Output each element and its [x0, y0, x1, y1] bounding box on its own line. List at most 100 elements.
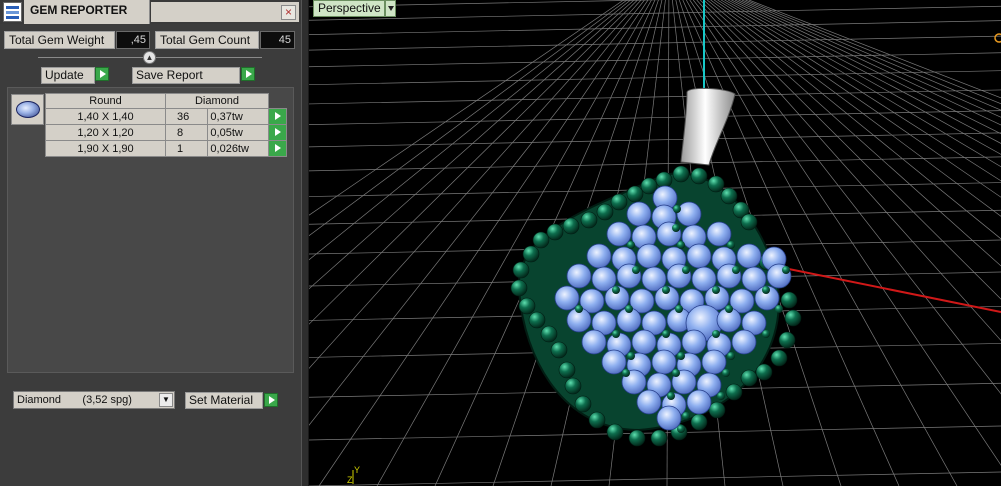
inner-prong	[625, 305, 633, 313]
inner-prong	[612, 330, 620, 338]
prong-bead	[707, 175, 725, 193]
row-select-play-icon[interactable]	[268, 108, 287, 125]
inner-prong	[662, 286, 670, 294]
total-gem-count-label: Total Gem Count	[155, 31, 259, 49]
gem-count: 8	[164, 124, 209, 141]
inner-prong	[762, 286, 770, 294]
collapse-handle-icon[interactable]: ▲	[143, 51, 156, 64]
prong-bead	[588, 411, 606, 429]
table-row[interactable]: 1,90 X 1,90 1 0,026tw	[45, 140, 287, 157]
title-bar-fill	[151, 2, 299, 22]
prong-bead	[690, 413, 708, 431]
close-icon[interactable]: ×	[281, 5, 296, 20]
prong-bead	[546, 223, 564, 241]
grid-line	[309, 35, 1001, 51]
prong-bead	[628, 429, 646, 447]
inner-prong	[622, 369, 630, 377]
inner-prong	[677, 425, 685, 433]
axis-indicator-y-label: Y	[354, 465, 360, 475]
pendant-bail	[680, 87, 736, 166]
diamond-stone	[606, 221, 632, 247]
update-play-icon[interactable]	[95, 67, 109, 81]
save-report-play-icon[interactable]	[241, 67, 255, 81]
gem-size: 1,20 X 1,20	[45, 124, 166, 141]
x-axis-line	[768, 264, 1001, 313]
inner-prong	[627, 352, 635, 360]
diamond-stone	[581, 329, 607, 355]
diamond-stone	[706, 221, 732, 247]
panel-splitter[interactable]	[301, 0, 309, 486]
diamond-stone	[631, 329, 657, 355]
view-menu-chevron-icon[interactable]	[385, 0, 396, 17]
row-select-play-icon[interactable]	[268, 140, 287, 157]
inner-prong	[732, 266, 740, 274]
prong-bead	[720, 187, 738, 205]
cut-header: Round	[45, 93, 166, 109]
chevron-down-icon[interactable]: ▼	[159, 393, 173, 407]
gem-icon	[16, 101, 40, 118]
gem-size: 1,90 X 1,90	[45, 140, 166, 157]
panel-title: GEM REPORTER	[30, 3, 128, 17]
prong-bead	[708, 401, 726, 419]
prong-bead	[740, 369, 758, 387]
set-material-play-icon[interactable]	[264, 393, 278, 407]
prong-bead	[510, 279, 528, 297]
diamond-stone	[601, 349, 627, 375]
prong-bead	[558, 361, 576, 379]
gem-weight: 0,026tw	[207, 140, 269, 157]
prong-bead	[606, 423, 624, 441]
update-button[interactable]: Update	[41, 67, 95, 84]
prong-bead	[562, 217, 580, 235]
inner-prong	[575, 305, 583, 313]
total-gem-weight-label: Total Gem Weight	[4, 31, 115, 49]
material-select-value: Diamond (3,52 spg)	[17, 394, 132, 406]
grid-line	[309, 110, 1001, 125]
inner-prong	[662, 330, 670, 338]
inner-prong	[712, 330, 720, 338]
inner-prong	[717, 392, 725, 400]
set-material-button[interactable]: Set Material	[185, 392, 263, 409]
round-diamond-thumbnail[interactable]	[11, 94, 44, 125]
inner-prong	[762, 330, 770, 338]
marker-icon	[994, 33, 1001, 43]
inner-prong	[672, 369, 680, 377]
gem-reporter-panel: GEM REPORTER × Total Gem Weight ,45 Tota…	[0, 0, 301, 486]
inner-prong	[677, 241, 685, 249]
gem-reporter-app-icon	[3, 2, 22, 22]
material-select[interactable]: Diamond (3,52 spg) ▼	[13, 391, 175, 409]
diamond-stone	[701, 349, 727, 375]
grid-line	[309, 471, 1001, 486]
prong-bead	[725, 383, 743, 401]
gem-size: 1,40 X 1,40	[45, 108, 166, 125]
perspective-viewport[interactable]: YZ Perspective	[309, 0, 1001, 486]
table-row[interactable]: 1,40 X 1,40 36 0,37tw	[45, 108, 287, 125]
diamond-stone	[566, 263, 592, 289]
title-bar: GEM REPORTER ×	[0, 0, 301, 24]
gem-count: 1	[164, 140, 209, 157]
prong-bead	[574, 395, 592, 413]
diamond-stone	[554, 285, 580, 311]
diamond-stone	[676, 201, 702, 227]
inner-prong	[667, 392, 675, 400]
inner-prong	[722, 369, 730, 377]
gem-table: Round Diamond 1,40 X 1,40 36 0,37tw 1,20…	[45, 93, 287, 157]
prong-bead	[540, 325, 558, 343]
prong-bead	[780, 291, 798, 309]
table-row[interactable]: 1,20 X 1,20 8 0,05tw	[45, 124, 287, 141]
axis-indicator-z-label: Z	[347, 475, 353, 485]
row-select-play-icon[interactable]	[268, 124, 287, 141]
gem-weight: 0,37tw	[207, 108, 269, 125]
inner-prong	[727, 241, 735, 249]
inner-prong	[627, 241, 635, 249]
inner-prong	[775, 305, 783, 313]
diamond-stone	[731, 329, 757, 355]
view-name-label[interactable]: Perspective	[313, 0, 385, 17]
inner-prong	[727, 352, 735, 360]
viewport-scene: YZ	[309, 0, 1001, 486]
inner-prong	[673, 205, 681, 213]
diamond-stone	[636, 243, 662, 269]
inner-prong	[682, 266, 690, 274]
material-header: Diamond	[165, 93, 269, 109]
prong-bead	[596, 203, 614, 221]
save-report-button[interactable]: Save Report	[132, 67, 240, 84]
